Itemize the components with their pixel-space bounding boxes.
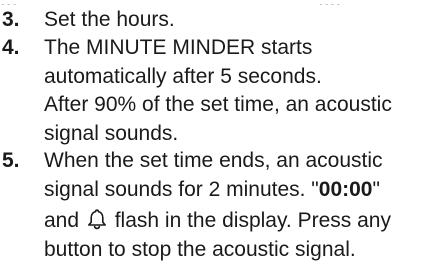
step-line: After 90% of the set time, an acoustic (44, 91, 434, 120)
step-line: Set the hours. (44, 6, 434, 35)
step-line: automatically after 5 seconds. (44, 63, 434, 92)
step-5: 5. When the set time ends, an acoustic s… (0, 147, 434, 240)
step-3: 3. Set the hours. (0, 6, 434, 36)
step-line: The MINUTE MINDER starts (44, 34, 434, 63)
step-text-segment: signal sounds for 2 minutes. " (44, 178, 319, 201)
step-text: Set the hours. (44, 6, 434, 35)
step-line: and flash in the display. Press any (44, 207, 434, 236)
clipped-text-left: ... (0, 0, 18, 5)
step-number: 5. (2, 147, 20, 176)
step-line: signal sounds for 2 minutes. "00:00" (44, 176, 434, 205)
step-text-segment: and (44, 209, 85, 232)
display-time-value: 00:00 (319, 178, 373, 201)
step-line: signal sounds. (44, 120, 434, 149)
manual-page: ... .... 3. Set the hours. 4. The MINUTE… (0, 0, 434, 240)
clipped-text-right: .... (318, 0, 341, 5)
step-text: The MINUTE MINDER starts automatically a… (44, 34, 434, 148)
bell-icon (86, 208, 108, 230)
step-text-segment: flash in the display. Press any (109, 209, 391, 232)
step-text-segment: " (372, 178, 379, 201)
step-line: When the set time ends, an acoustic (44, 147, 434, 176)
step-text: When the set time ends, an acoustic sign… (44, 147, 434, 264)
step-number: 3. (2, 6, 20, 35)
step-number: 4. (2, 34, 20, 63)
step-4: 4. The MINUTE MINDER starts automaticall… (0, 34, 434, 150)
clipped-previous-line: ... .... (0, 0, 434, 5)
